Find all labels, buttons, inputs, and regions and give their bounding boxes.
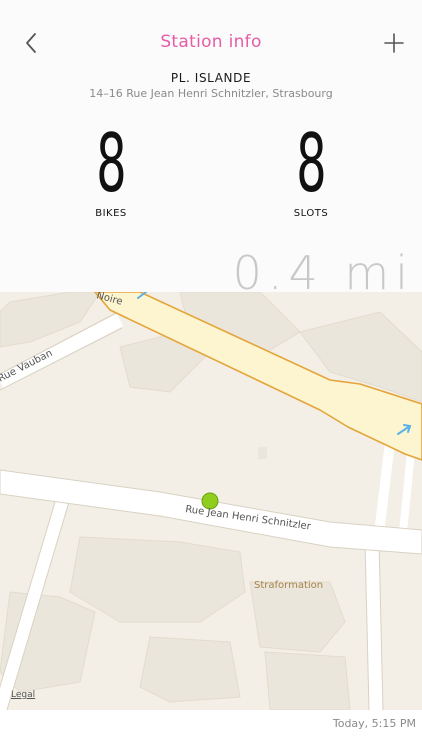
- poi-label: Straformation: [254, 580, 323, 591]
- page-title: Station info: [160, 32, 262, 52]
- add-button[interactable]: [376, 26, 410, 60]
- plus-icon: [384, 33, 404, 53]
- map-canvas: Rue Vauban Noire Rue Jean Henri Schnitzl…: [0, 292, 422, 710]
- station-info-screen: Station info PL. ISLANDE 14–16 Rue Jean …: [0, 0, 422, 750]
- bikes-counter: 8 BIKES: [51, 117, 171, 220]
- footer-bar: Today, 5:15 PM: [0, 710, 422, 750]
- station-address: 14–16 Rue Jean Henri Schnitzler, Strasbo…: [89, 87, 333, 100]
- slots-counter: 8 SLOTS: [251, 117, 371, 220]
- station-name: PL. ISLANDE: [170, 71, 252, 85]
- map-view[interactable]: Rue Vauban Noire Rue Jean Henri Schnitzl…: [0, 292, 422, 710]
- map-legal-link[interactable]: Legal: [11, 690, 35, 700]
- slots-count: 8: [295, 117, 327, 210]
- last-updated-timestamp: Today, 5:15 PM: [332, 717, 416, 730]
- bikes-count: 8: [95, 117, 127, 210]
